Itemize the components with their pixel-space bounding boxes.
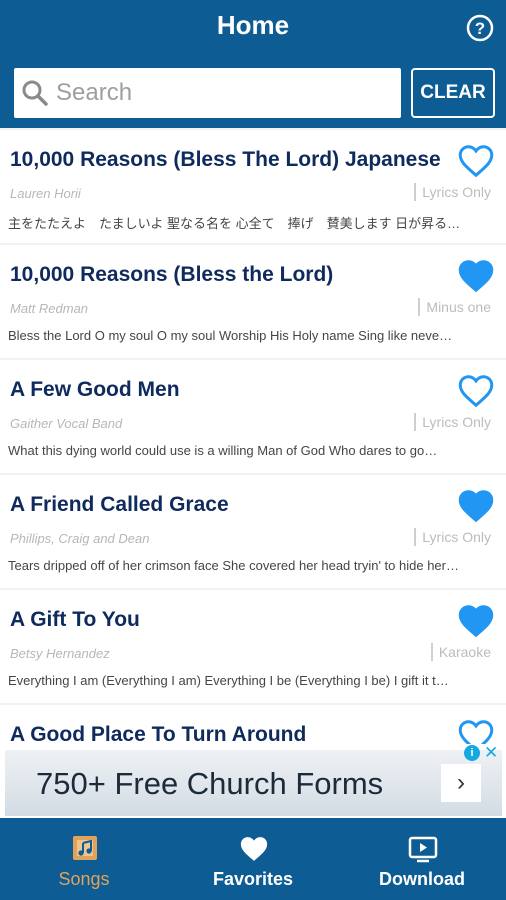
song-artist: Matt Redman (10, 301, 89, 316)
svg-text:?: ? (475, 19, 485, 38)
song-type-tag: Lyrics Only (414, 183, 491, 201)
song-artist: Phillips, Craig and Dean (10, 531, 150, 546)
song-title: 10,000 Reasons (Bless the Lord) (10, 263, 334, 286)
nav-songs[interactable]: Songs (0, 818, 168, 900)
ad-image[interactable]: 750+ Free Church Forms › (5, 750, 502, 816)
song-item[interactable]: A Friend Called Grace Phillips, Craig an… (0, 475, 506, 588)
heart-outline-icon[interactable] (458, 374, 494, 408)
song-type-tag: Lyrics Only (414, 413, 491, 431)
song-lyrics-preview: 主をたたえよ たましいよ 聖なる名を 心全て 捧げ 賛美します 日が昇る… (8, 216, 461, 231)
search-icon (22, 80, 48, 106)
search-input[interactable] (56, 72, 386, 114)
song-item[interactable]: 10,000 Reasons (Bless the Lord) Matt Red… (0, 245, 506, 358)
heart-outline-icon[interactable] (458, 719, 494, 744)
song-title: 10,000 Reasons (Bless The Lord) Japanese (10, 148, 441, 171)
song-title: A Good Place To Turn Around (10, 723, 307, 744)
clear-button[interactable]: CLEAR (411, 68, 495, 118)
song-item[interactable]: A Few Good Men Gaither Vocal Band Lyrics… (0, 360, 506, 473)
heart-outline-icon[interactable] (458, 144, 494, 178)
song-lyrics-preview: What this dying world could use is a wil… (8, 443, 438, 458)
song-artist: Betsy Hernandez (10, 646, 110, 661)
app-header: Home ? CLEAR (0, 0, 506, 128)
song-type-tag: Lyrics Only (414, 528, 491, 546)
nav-songs-label: Songs (58, 869, 110, 889)
ad-info-icon[interactable]: i (464, 745, 480, 761)
bottom-navigation: Songs Favorites Download (0, 818, 506, 900)
song-item[interactable]: A Good Place To Turn Around (0, 705, 506, 744)
song-list[interactable]: 10,000 Reasons (Bless The Lord) Japanese… (0, 128, 506, 744)
ad-close-icon[interactable]: ✕ (484, 743, 498, 763)
song-artist: Gaither Vocal Band (10, 416, 123, 431)
ad-banner[interactable]: 750+ Free Church Forms › i ✕ (0, 743, 506, 818)
nav-download[interactable]: Download (338, 818, 506, 900)
song-title: A Friend Called Grace (10, 493, 229, 516)
page-title: Home (216, 10, 290, 40)
heart-filled-icon[interactable] (458, 259, 494, 293)
song-lyrics-preview: Bless the Lord O my soul O my soul Worsh… (8, 328, 453, 343)
heart-icon (240, 837, 268, 861)
song-lyrics-preview: Tears dripped off of her crimson face Sh… (8, 558, 459, 573)
song-title: A Few Good Men (10, 378, 180, 401)
song-type-tag: Minus one (418, 298, 491, 316)
heart-filled-icon[interactable] (458, 489, 494, 523)
song-item[interactable]: A Gift To You Betsy Hernandez Karaoke Ev… (0, 590, 506, 703)
song-item[interactable]: 10,000 Reasons (Bless The Lord) Japanese… (0, 130, 506, 243)
song-lyrics-preview: Everything I am (Everything I am) Everyt… (8, 673, 449, 688)
music-note-icon (73, 836, 97, 860)
nav-favorites[interactable]: Favorites (169, 818, 337, 900)
nav-favorites-label: Favorites (212, 869, 294, 889)
search-box[interactable] (14, 68, 401, 118)
help-icon[interactable]: ? (466, 14, 494, 42)
nav-download-label: Download (379, 869, 465, 889)
song-type-tag: Karaoke (430, 643, 491, 661)
heart-filled-icon[interactable] (458, 604, 494, 638)
song-artist: Lauren Horii (10, 186, 81, 201)
tv-download-icon (408, 836, 438, 863)
ad-text: 750+ Free Church Forms (36, 766, 384, 801)
ad-arrow-icon[interactable]: › (441, 764, 481, 802)
song-title: A Gift To You (10, 608, 140, 631)
